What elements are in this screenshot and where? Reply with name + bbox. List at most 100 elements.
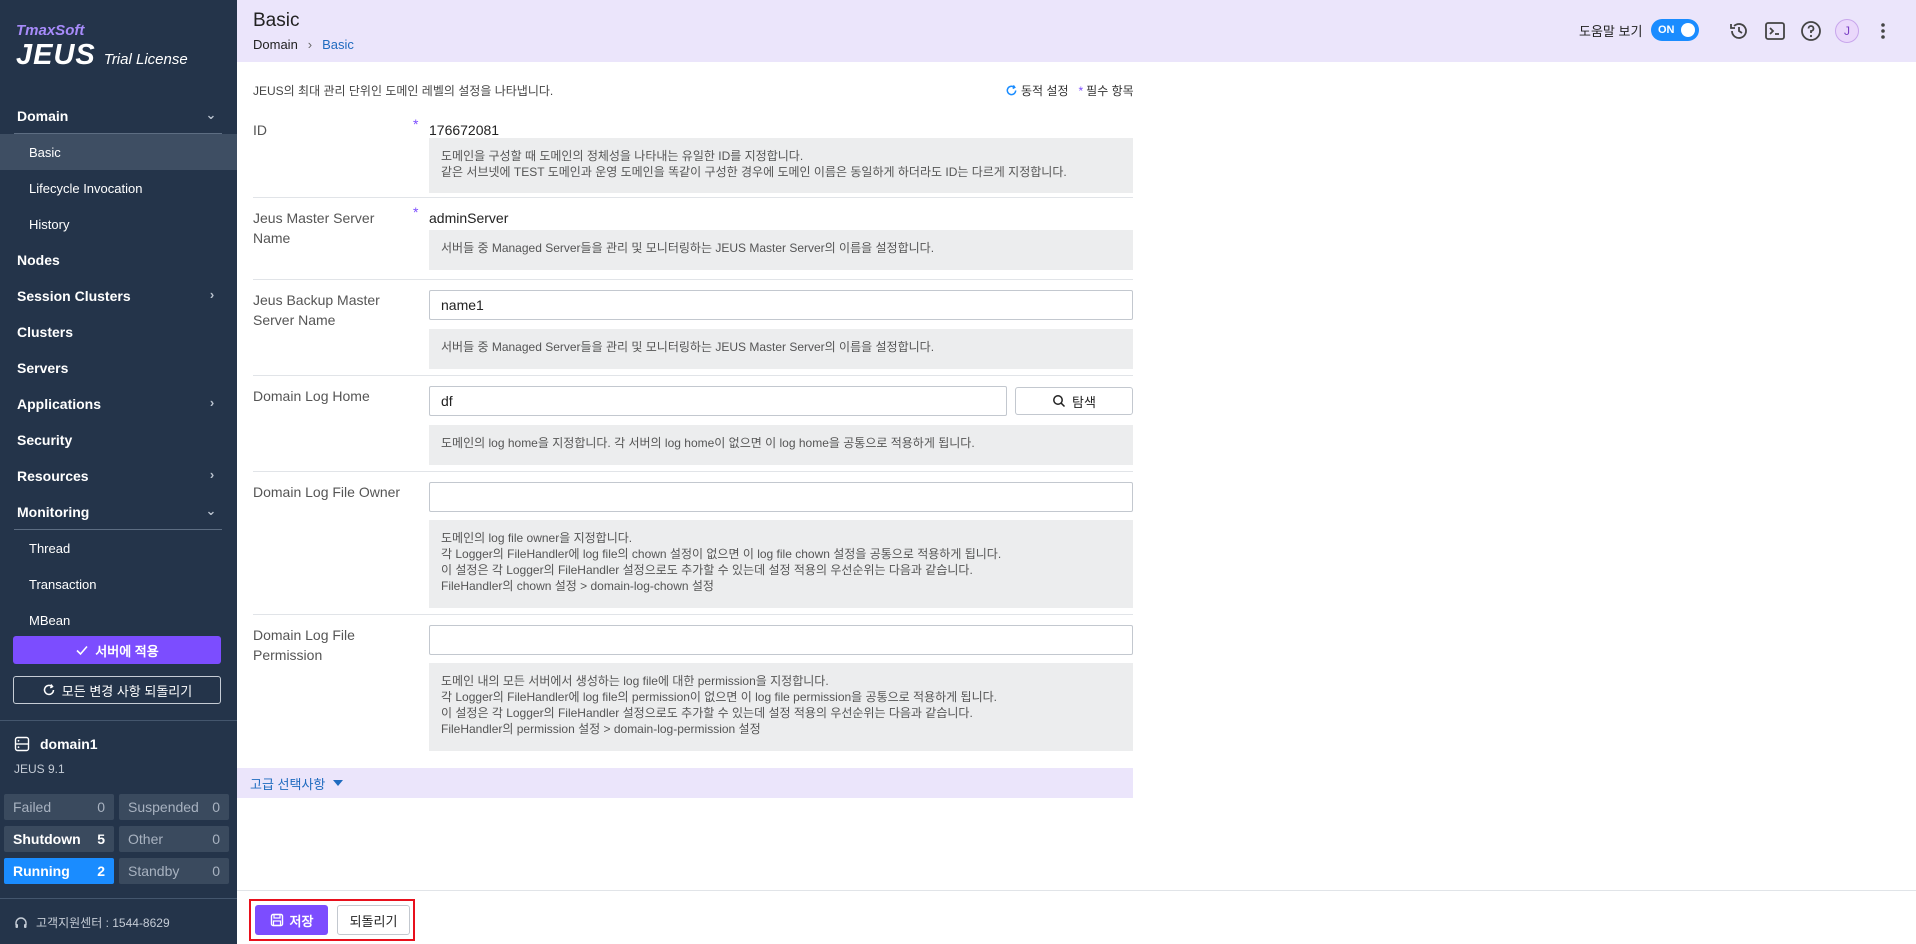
support-phone: 고객지원센터 : 1544-8629 bbox=[36, 916, 170, 930]
log-file-owner-help: 도메인의 log file owner을 지정합니다. 각 Logger의 Fi… bbox=[429, 520, 1133, 608]
log-file-permission-input[interactable] bbox=[429, 625, 1133, 655]
status-label: Failed bbox=[13, 799, 52, 815]
sidebar-item-transaction[interactable]: Transaction bbox=[0, 566, 237, 602]
sidebar-item-history[interactable]: History bbox=[0, 206, 237, 242]
page-header: Basic Domain › Basic 도움말 보기 ON J bbox=[237, 0, 1916, 62]
sidebar-item-label: Clusters bbox=[17, 324, 74, 340]
sidebar-item-thread[interactable]: Thread bbox=[0, 530, 237, 566]
toggle-knob bbox=[1681, 23, 1695, 37]
status-label: Shutdown bbox=[13, 831, 81, 847]
field-label: Jeus Master Server Name bbox=[253, 210, 375, 246]
revert-all-changes-button[interactable]: 모든 변경 사항 되돌리기 bbox=[13, 676, 221, 704]
sidebar-divider bbox=[0, 898, 237, 899]
log-home-input[interactable]: df bbox=[429, 386, 1007, 416]
status-badge-running[interactable]: Running 2 bbox=[4, 858, 114, 884]
field-row-master-server: Jeus Master Server Name * adminServer 서버… bbox=[253, 198, 1133, 280]
log-home-help: 도메인의 log home을 지정합니다. 각 서버의 log home이 없으… bbox=[429, 425, 1133, 465]
status-badge-standby[interactable]: Standby 0 bbox=[119, 858, 229, 884]
breadcrumb: Domain › Basic bbox=[253, 37, 354, 52]
sidebar-item-security[interactable]: Security bbox=[0, 422, 237, 458]
dynamic-setting-icon bbox=[1006, 84, 1017, 96]
sidebar-item-label: Applications bbox=[17, 396, 102, 412]
refresh-icon bbox=[43, 684, 55, 696]
sidebar-item-clusters[interactable]: Clusters bbox=[0, 314, 237, 350]
sidebar-item-label: Transaction bbox=[29, 576, 97, 592]
logo-license: Trial License bbox=[103, 51, 188, 68]
status-badge-suspended[interactable]: Suspended 0 bbox=[119, 794, 229, 820]
status-label: Suspended bbox=[128, 799, 199, 815]
status-count: 5 bbox=[97, 831, 105, 847]
main-content: JEUS의 최대 관리 단위인 도메인 레벨의 설정을 나타냅니다. 동적 설정… bbox=[237, 62, 1916, 890]
id-value: 176672081 bbox=[429, 122, 500, 138]
logo-product: JEUS bbox=[16, 39, 96, 71]
revert-all-label: 모든 변경 사항 되돌리기 bbox=[61, 683, 193, 699]
page-description: JEUS의 최대 관리 단위인 도메인 레벨의 설정을 나타냅니다. bbox=[253, 84, 554, 98]
domain-name: domain1 bbox=[40, 736, 98, 752]
sidebar-item-lifecycle-invocation[interactable]: Lifecycle Invocation bbox=[0, 170, 237, 206]
help-toggle[interactable]: ON bbox=[1651, 19, 1699, 41]
help-line: 서버들 중 Managed Server들을 관리 및 모니터링하는 JEUS … bbox=[441, 340, 935, 354]
revert-button[interactable]: 되돌리기 bbox=[337, 905, 410, 935]
advanced-options-toggle[interactable]: 고급 선택사항 bbox=[237, 768, 1133, 798]
sidebar-item-label: Thread bbox=[29, 540, 71, 556]
backup-master-help: 서버들 중 Managed Server들을 관리 및 모니터링하는 JEUS … bbox=[429, 329, 1133, 369]
backup-master-input[interactable]: name1 bbox=[429, 290, 1133, 320]
save-button[interactable]: 저장 bbox=[255, 905, 328, 935]
sidebar-item-label: Monitoring bbox=[17, 503, 90, 520]
log-file-owner-input[interactable] bbox=[429, 482, 1133, 512]
breadcrumb-current: Basic bbox=[322, 37, 354, 52]
breadcrumb-domain[interactable]: Domain bbox=[253, 37, 298, 52]
help-line: 같은 서브넷에 TEST 도메인과 운영 도메인을 똑같이 구성한 경우에 도메… bbox=[441, 165, 1067, 179]
sidebar-item-resources[interactable]: Resources › bbox=[0, 458, 237, 494]
field-row-log-home: Domain Log Home df 탐색 도메인의 log home을 지정합… bbox=[253, 376, 1133, 472]
sidebar-item-label: Servers bbox=[17, 360, 69, 376]
help-line: 서버들 중 Managed Server들을 관리 및 모니터링하는 JEUS … bbox=[441, 241, 935, 255]
field-label: Domain Log File Owner bbox=[253, 484, 401, 500]
sidebar-item-label: Nodes bbox=[17, 252, 60, 268]
help-label: 도움말 보기 bbox=[1579, 24, 1643, 39]
field-label: Domain Log Home bbox=[253, 388, 370, 404]
field-row-log-file-owner: Domain Log File Owner 도메인의 log file owne… bbox=[253, 472, 1133, 615]
logo-company: TmaxSoft bbox=[16, 22, 85, 39]
sidebar-item-label: MBean bbox=[29, 612, 71, 628]
sidebar-item-nodes[interactable]: Nodes bbox=[0, 242, 237, 278]
id-help: 도메인을 구성할 때 도메인의 정체성을 나타내는 유일한 ID를 지정합니다.… bbox=[429, 138, 1133, 193]
search-button[interactable]: 탐색 bbox=[1015, 387, 1133, 415]
required-star-icon: * bbox=[413, 116, 419, 132]
status-label: Other bbox=[128, 831, 164, 847]
sidebar: TmaxSoft JEUS Trial License Domain ⌄ Basic… bbox=[0, 0, 237, 944]
chevron-right-icon: › bbox=[209, 395, 215, 410]
sidebar-item-domain[interactable]: Domain ⌄ bbox=[14, 98, 222, 134]
status-badge-failed[interactable]: Failed 0 bbox=[4, 794, 114, 820]
help-icon[interactable] bbox=[1799, 19, 1823, 43]
legend-required: 필수 항목 bbox=[1086, 84, 1134, 98]
apply-to-server-button[interactable]: 서버에 적용 bbox=[13, 636, 221, 664]
field-row-log-file-permission: Domain Log File Permission 도메인 내의 모든 서버에… bbox=[253, 615, 1133, 758]
sidebar-item-session-clusters[interactable]: Session Clusters › bbox=[0, 278, 237, 314]
sidebar-item-label: Session Clusters bbox=[17, 288, 131, 304]
user-avatar[interactable]: J bbox=[1835, 19, 1859, 43]
sidebar-item-basic[interactable]: Basic bbox=[0, 134, 237, 170]
sidebar-item-servers[interactable]: Servers bbox=[0, 350, 237, 386]
revert-label: 되돌리기 bbox=[349, 913, 398, 929]
sidebar-item-label: Basic bbox=[29, 144, 61, 160]
server-icon bbox=[14, 736, 30, 752]
status-count: 2 bbox=[97, 863, 105, 879]
field-label: ID bbox=[253, 122, 267, 138]
chevron-down-icon: ⌄ bbox=[205, 107, 217, 122]
required-star-icon: * bbox=[413, 204, 419, 220]
sidebar-divider bbox=[0, 720, 237, 721]
sidebar-item-monitoring[interactable]: Monitoring ⌄ bbox=[14, 494, 222, 530]
terminal-icon[interactable] bbox=[1763, 19, 1787, 43]
more-vertical-icon[interactable] bbox=[1871, 19, 1895, 43]
sidebar-item-applications[interactable]: Applications › bbox=[0, 386, 237, 422]
sidebar-item-mbean[interactable]: MBean bbox=[0, 602, 237, 628]
sidebar-item-label: History bbox=[29, 216, 70, 232]
history-icon[interactable] bbox=[1727, 19, 1751, 43]
status-badge-other[interactable]: Other 0 bbox=[119, 826, 229, 852]
caret-down-icon bbox=[333, 780, 344, 786]
status-badge-shutdown[interactable]: Shutdown 5 bbox=[4, 826, 114, 852]
advanced-label: 고급 선택사항 bbox=[250, 776, 326, 792]
status-label: Standby bbox=[128, 863, 180, 879]
chevron-right-icon: › bbox=[209, 467, 215, 482]
